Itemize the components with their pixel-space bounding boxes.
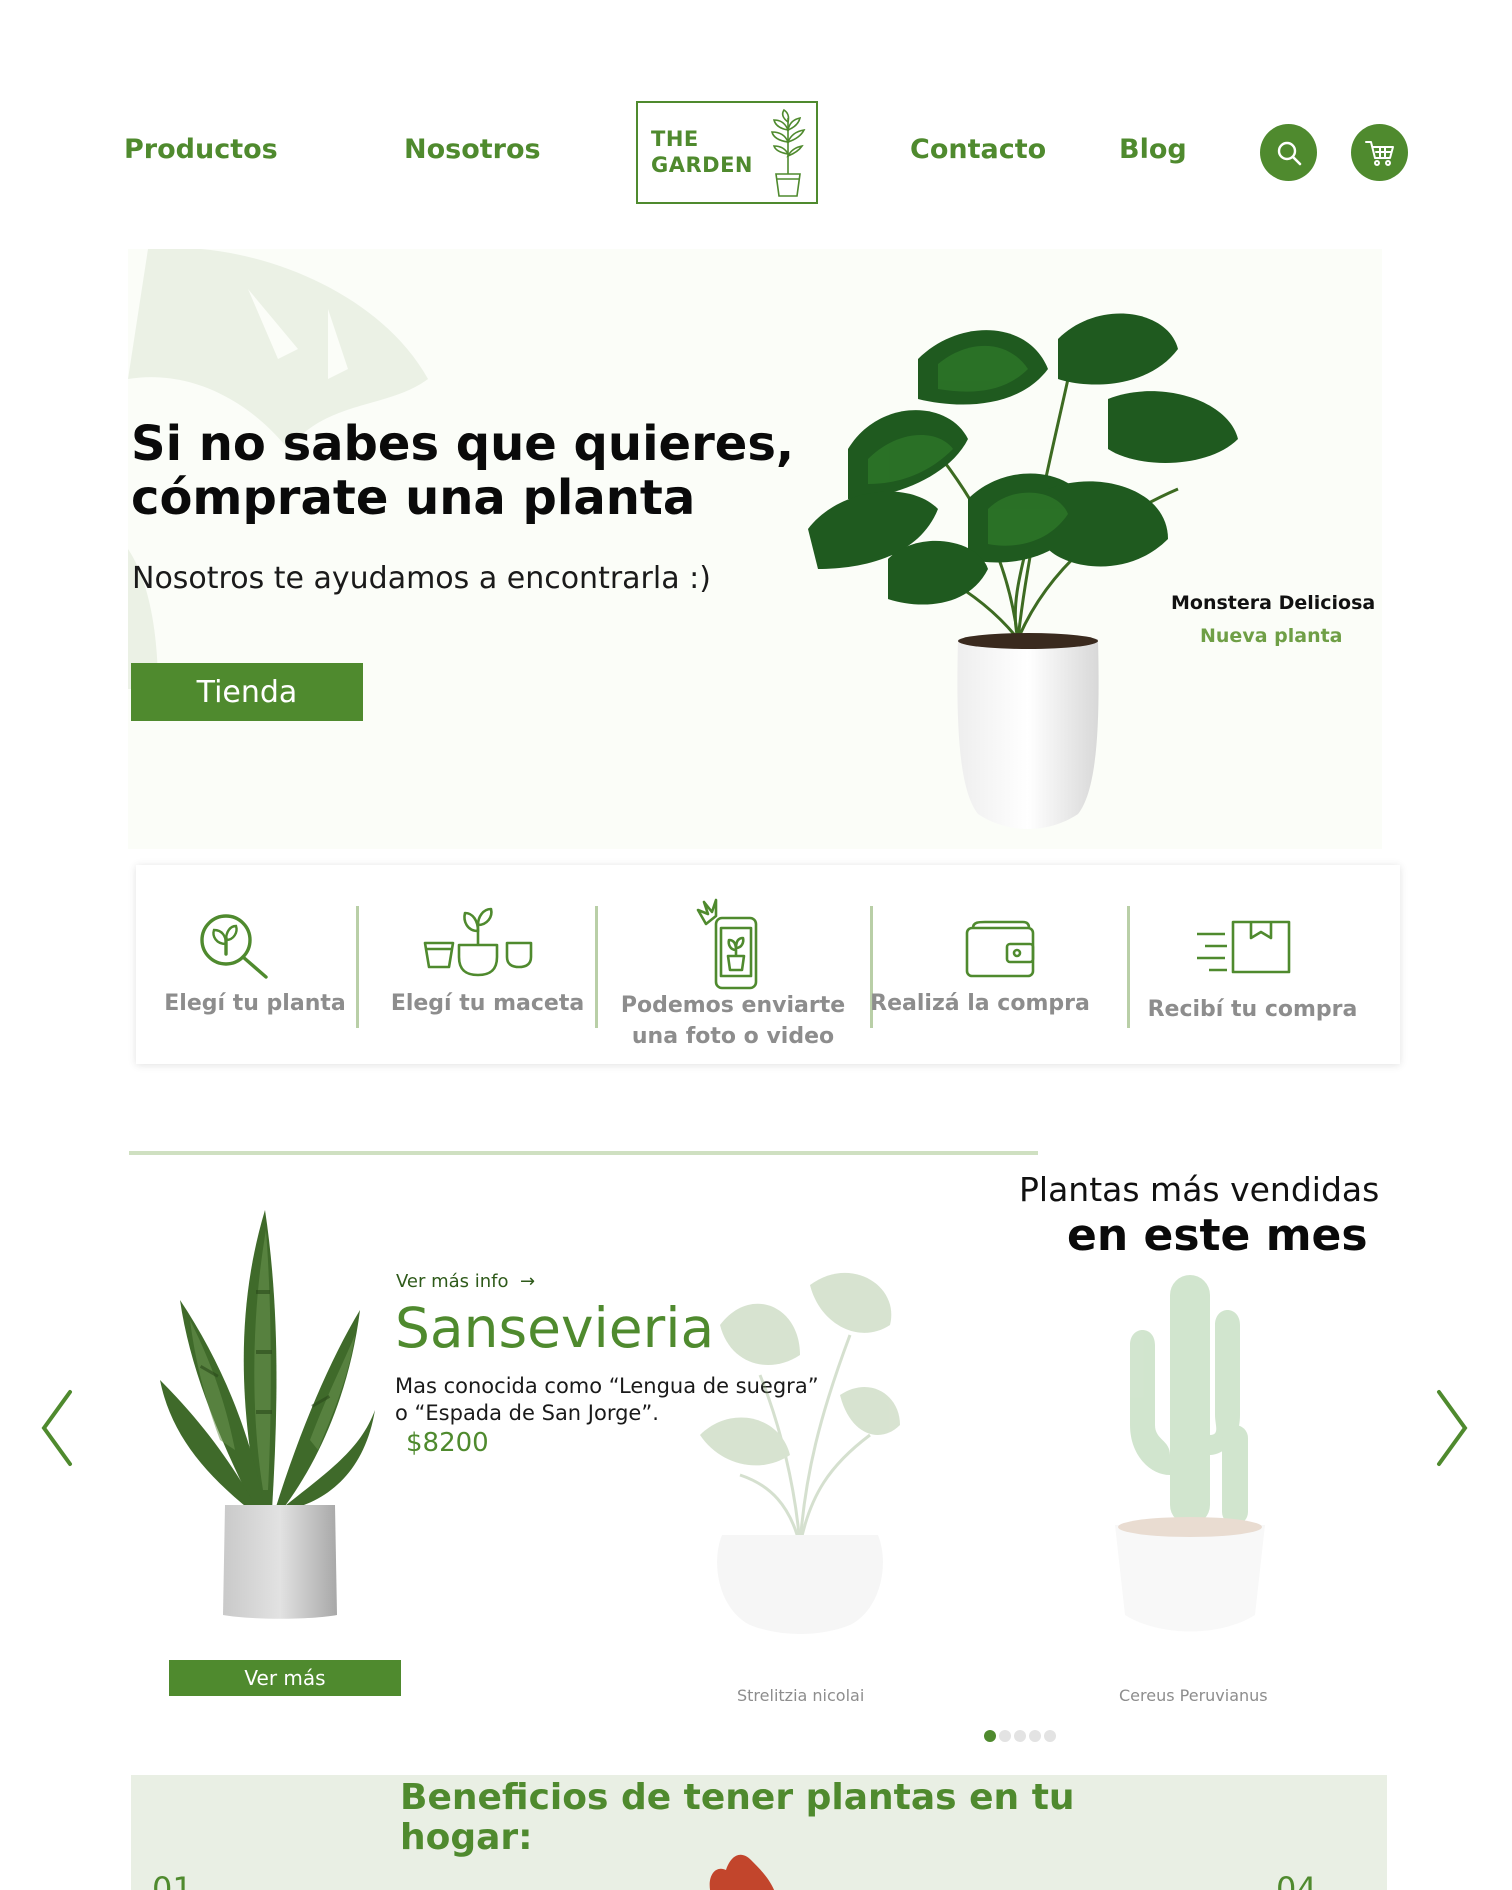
step-label-5: Recibí tu compra: [1147, 997, 1358, 1022]
search-icon: [1277, 141, 1301, 165]
plant-pot-icon: [770, 108, 806, 197]
benefit-number-left: 01: [152, 1870, 193, 1890]
benefits-title-line2: hogar:: [400, 1817, 533, 1858]
ver-mas-button[interactable]: Ver más: [169, 1660, 401, 1696]
sansevieria-image: [160, 1210, 375, 1619]
step-divider: [356, 906, 359, 1028]
hero-title-line2: cómprate una planta: [131, 470, 696, 526]
search-button[interactable]: [1260, 124, 1317, 181]
product-caption-strelitzia[interactable]: Strelitzia nicolai: [737, 1686, 864, 1705]
step-label-4: Realizá la compra: [870, 991, 1090, 1016]
nav-nosotros[interactable]: Nosotros: [404, 134, 541, 165]
hero-title-line1: Si no sabes que quieres,: [131, 416, 795, 472]
pots-icon: [423, 907, 533, 977]
cereus-image[interactable]: [1100, 1265, 1280, 1635]
featured-plant-tag: Nueva planta: [1200, 625, 1343, 647]
strelitzia-image[interactable]: [700, 1265, 900, 1635]
logo-line2: GARDEN: [651, 153, 754, 177]
logo[interactable]: THE GARDEN: [636, 101, 818, 204]
featured-plant-name: Monstera Deliciosa: [1171, 592, 1376, 614]
carousel-dot-3[interactable]: [1014, 1730, 1026, 1742]
nav-productos[interactable]: Productos: [124, 134, 278, 165]
step-label-3: Podemos enviarte una foto o video: [618, 990, 848, 1052]
step-label-2: Elegí tu maceta: [390, 991, 585, 1016]
step-label-3-line2: una foto o video: [631, 1024, 835, 1049]
nav-blog[interactable]: Blog: [1119, 134, 1187, 165]
step-divider: [1127, 906, 1130, 1028]
product-caption-cereus[interactable]: Cereus Peruvianus: [1119, 1686, 1268, 1705]
carousel-dot-4[interactable]: [1029, 1730, 1041, 1742]
tienda-button[interactable]: Tienda: [131, 663, 363, 721]
chevron-left-icon[interactable]: [38, 1388, 74, 1468]
carousel-dot-5[interactable]: [1044, 1730, 1056, 1742]
delivery-box-icon: [1197, 920, 1291, 974]
monstera-plant-image: [808, 313, 1238, 829]
logo-line1: THE: [651, 127, 699, 151]
cart-icon: [1364, 140, 1394, 166]
step-divider: [595, 906, 598, 1028]
hero-banner: [128, 249, 1382, 849]
featured-product-name: Sansevieria: [395, 1296, 715, 1360]
step-label-3-line1: Podemos enviarte: [620, 993, 846, 1018]
carousel-dot-2[interactable]: [999, 1730, 1011, 1742]
step-label-1: Elegí tu planta: [164, 991, 346, 1016]
magnifier-leaf-icon: [200, 914, 268, 979]
benefits-title: Beneficios de tener plantas en tu hogar:: [400, 1778, 1120, 1858]
chevron-right-icon[interactable]: [1435, 1388, 1471, 1468]
hero-title: Si no sabes que quieres, cómprate una pl…: [131, 417, 831, 525]
nav-contacto[interactable]: Contacto: [910, 134, 1046, 165]
phone-photo-icon: [696, 898, 758, 990]
bestsellers-title-line1: Plantas más vendidas: [1019, 1170, 1380, 1209]
cart-button[interactable]: [1351, 124, 1408, 181]
hero-subtitle: Nosotros te ayudamos a encontrarla :): [132, 561, 711, 596]
bestsellers-title-line2: en este mes: [1067, 1210, 1368, 1261]
ver-mas-info-link[interactable]: Ver más info →: [396, 1271, 535, 1292]
featured-product-price: $8200: [406, 1428, 489, 1458]
benefit-number-right: 04: [1276, 1870, 1317, 1890]
ver-mas-info-label: Ver más info: [396, 1271, 509, 1292]
arrow-right-icon: →: [514, 1271, 536, 1292]
section-divider: [129, 1151, 1038, 1155]
benefits-title-line1: Beneficios de tener plantas en tu: [400, 1777, 1075, 1818]
carousel-dot-1[interactable]: [984, 1730, 996, 1742]
wallet-icon: [965, 920, 1035, 978]
